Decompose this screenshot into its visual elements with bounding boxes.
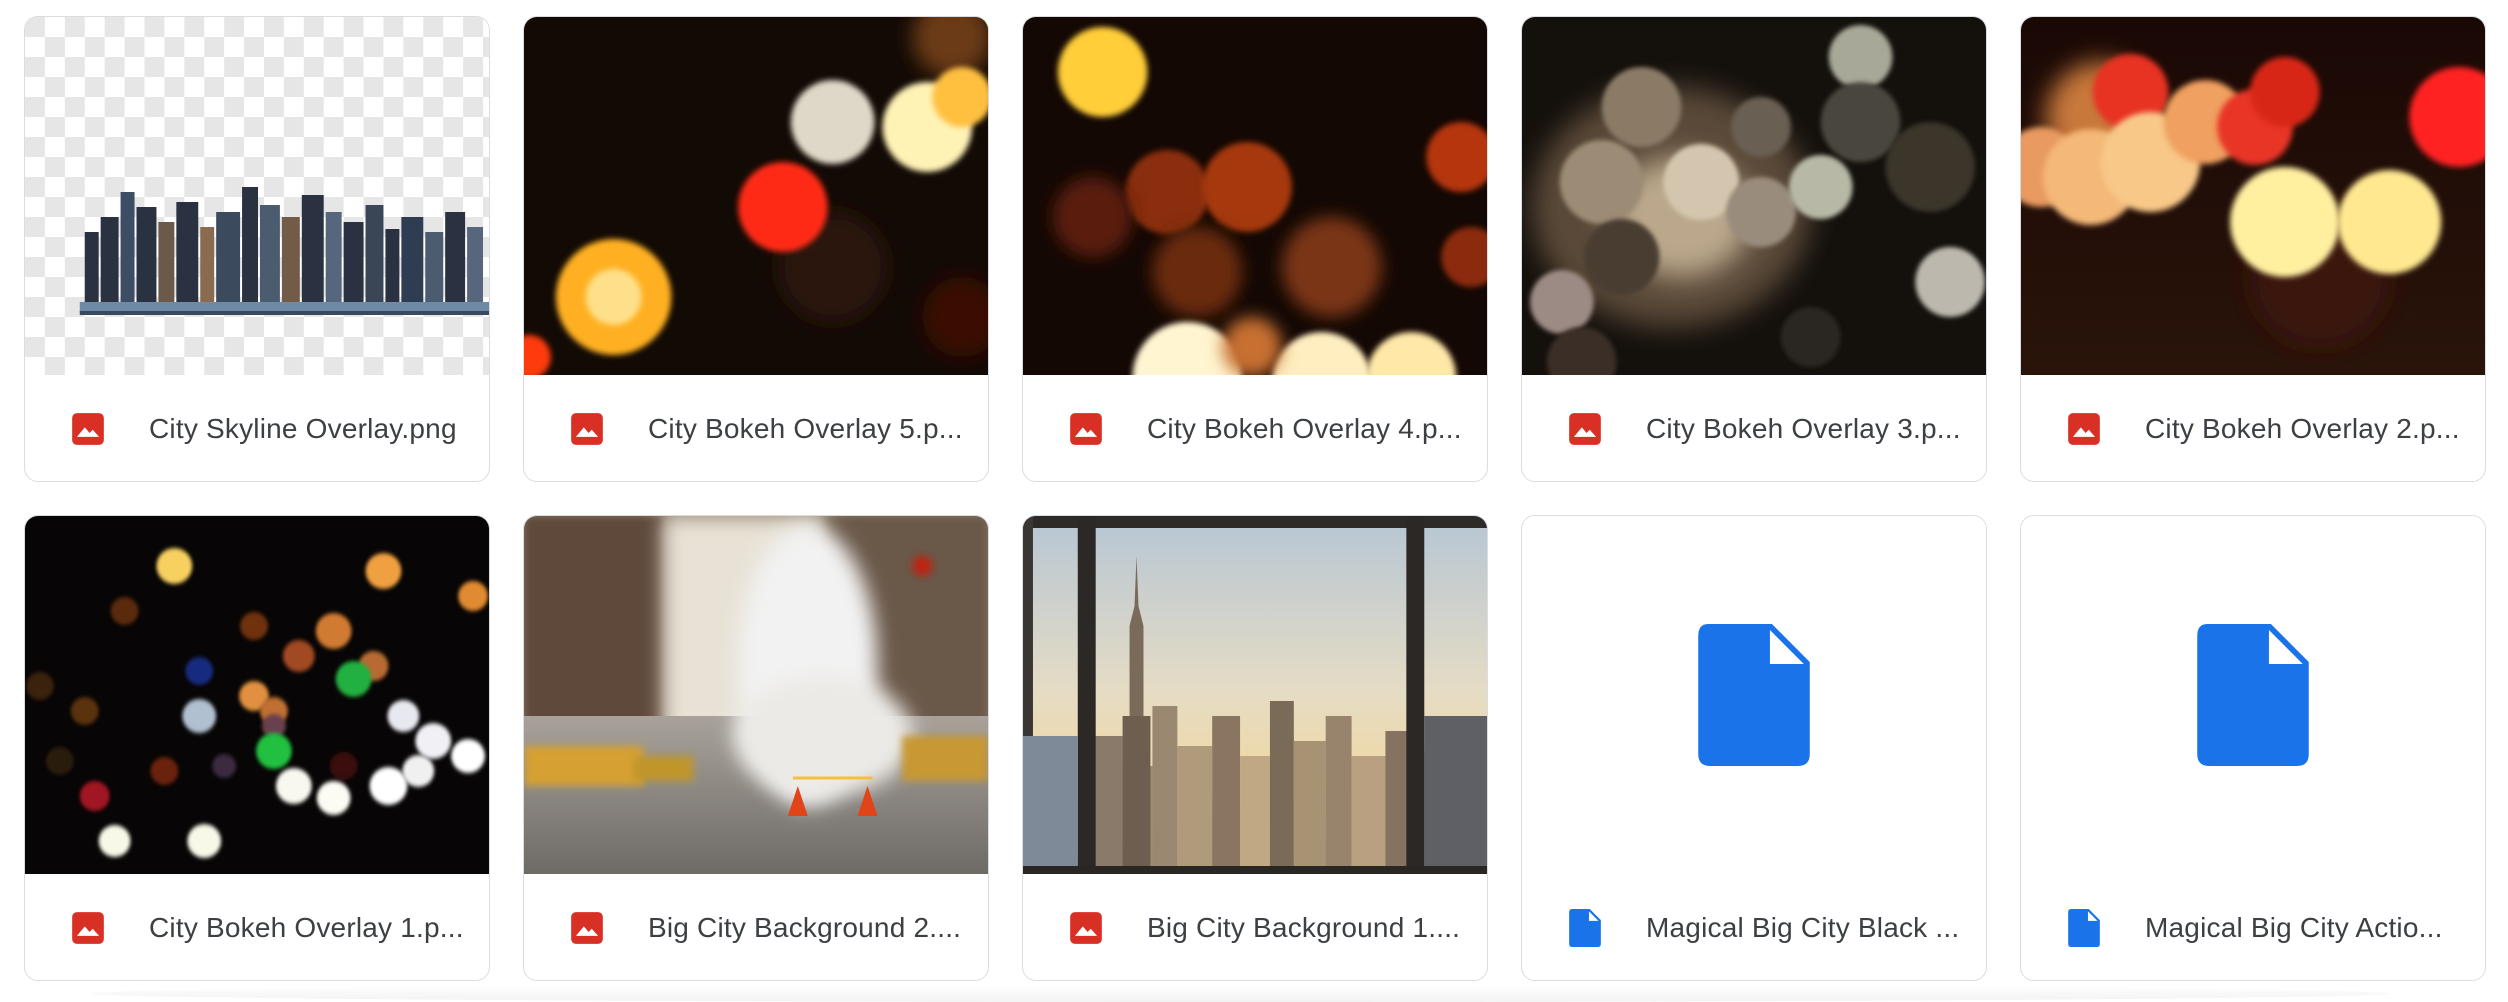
image-icon <box>1067 410 1105 448</box>
file-caption: City Skyline Overlay.png <box>25 375 489 481</box>
file-caption: Big City Background 1.... <box>1023 874 1487 980</box>
file-card[interactable]: City Bokeh Overlay 4.p... <box>1022 16 1488 482</box>
document-icon <box>1698 624 1810 766</box>
file-card[interactable]: City Bokeh Overlay 1.p... <box>24 515 490 981</box>
file-card[interactable]: Big City Background 2.... <box>523 515 989 981</box>
image-icon <box>568 909 606 947</box>
file-name: City Skyline Overlay.png <box>149 413 457 444</box>
file-name: Magical Big City Actio... <box>2145 912 2443 943</box>
document-icon <box>1566 909 1604 947</box>
file-card[interactable]: Big City Background 1.... <box>1022 515 1488 981</box>
file-thumbnail <box>25 17 489 375</box>
file-caption: Magical Big City Actio... <box>2021 874 2485 980</box>
file-caption: City Bokeh Overlay 4.p... <box>1023 375 1487 481</box>
file-name: City Bokeh Overlay 1.p... <box>149 912 464 943</box>
image-icon <box>69 410 107 448</box>
file-thumbnail <box>1023 17 1487 375</box>
file-thumbnail <box>1023 516 1487 874</box>
file-card[interactable]: City Bokeh Overlay 5.p... <box>523 16 989 482</box>
file-name: Big City Background 2.... <box>648 912 962 943</box>
file-thumbnail <box>2021 17 2485 375</box>
file-card[interactable]: Magical Big City Actio... <box>2020 515 2486 981</box>
document-icon <box>2197 624 2309 766</box>
image-icon <box>1067 909 1105 947</box>
file-caption: Big City Background 2.... <box>524 874 988 980</box>
file-caption: City Bokeh Overlay 2.p... <box>2021 375 2485 481</box>
file-thumbnail <box>1522 516 1986 874</box>
file-card[interactable]: City Bokeh Overlay 2.p... <box>2020 16 2486 482</box>
image-icon <box>69 909 107 947</box>
bottom-shadow <box>90 985 2390 1002</box>
document-icon <box>2065 909 2103 947</box>
file-name: City Bokeh Overlay 5.p... <box>648 413 963 444</box>
file-thumbnail <box>2021 516 2485 874</box>
file-name: City Bokeh Overlay 2.p... <box>2145 413 2460 444</box>
file-card[interactable]: City Bokeh Overlay 3.p... <box>1521 16 1987 482</box>
file-name: Magical Big City Black ... <box>1646 912 1960 943</box>
image-icon <box>1566 410 1604 448</box>
file-name: City Bokeh Overlay 4.p... <box>1147 413 1462 444</box>
file-thumbnail <box>524 516 988 874</box>
image-icon <box>568 410 606 448</box>
file-caption: City Bokeh Overlay 5.p... <box>524 375 988 481</box>
file-caption: City Bokeh Overlay 3.p... <box>1522 375 1986 481</box>
file-name: City Bokeh Overlay 3.p... <box>1646 413 1961 444</box>
file-grid: City Skyline Overlay.png City Bokeh Over… <box>24 16 2486 981</box>
file-caption: City Bokeh Overlay 1.p... <box>25 874 489 980</box>
file-name: Big City Background 1.... <box>1147 912 1461 943</box>
file-thumbnail <box>1522 17 1986 375</box>
file-card[interactable]: Magical Big City Black ... <box>1521 515 1987 981</box>
file-caption: Magical Big City Black ... <box>1522 874 1986 980</box>
file-thumbnail <box>25 516 489 874</box>
file-thumbnail <box>524 17 988 375</box>
image-icon <box>2065 410 2103 448</box>
file-card[interactable]: City Skyline Overlay.png <box>24 16 490 482</box>
